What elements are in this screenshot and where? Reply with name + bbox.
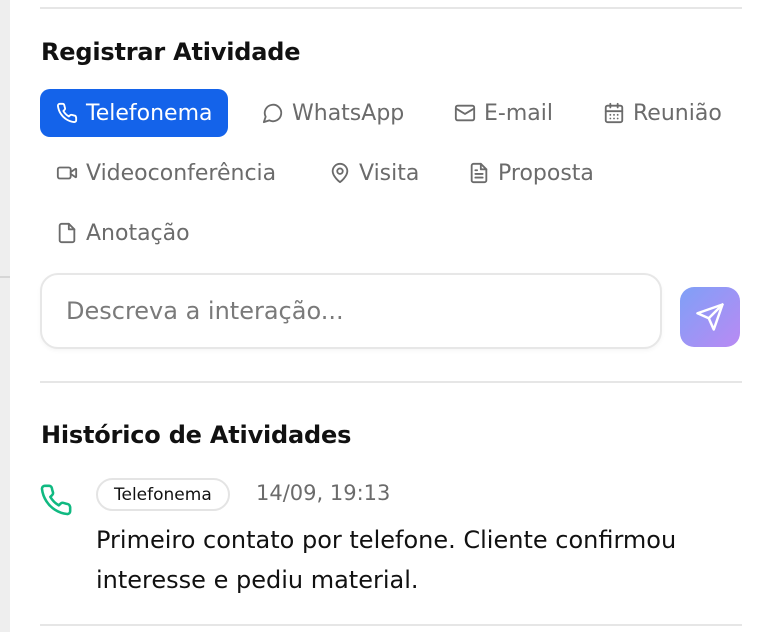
panel-edge-divider (0, 276, 10, 278)
document-icon (470, 162, 488, 184)
activity-type-whatsapp[interactable]: WhatsApp (246, 89, 420, 137)
activity-type-anotacao[interactable]: Anotação (40, 209, 206, 257)
activity-type-label: Proposta (498, 160, 594, 186)
section-divider (40, 381, 742, 383)
activity-type-label: Visita (359, 160, 420, 186)
activity-description: Primeiro contato por telefone. Cliente c… (96, 526, 677, 594)
activity-type-badge: Telefonema (96, 478, 230, 511)
activity-type-telefonema[interactable]: Telefonema (40, 89, 229, 137)
video-camera-icon (56, 166, 78, 180)
activity-type-label: E-mail (484, 100, 553, 126)
activity-type-label: Anotação (86, 220, 190, 246)
activity-timestamp: 14/09, 19:13 (256, 481, 391, 505)
activity-type-label: Telefonema (86, 100, 213, 126)
mail-icon (454, 104, 476, 122)
chat-bubble-icon (262, 103, 283, 124)
note-icon (58, 222, 76, 244)
map-pin-icon (331, 162, 349, 184)
activity-type-visita[interactable]: Visita (313, 149, 435, 197)
top-divider (40, 7, 742, 9)
activity-type-reuniao[interactable]: Reunião (587, 89, 738, 137)
calendar-icon (604, 102, 624, 124)
interaction-description-input[interactable] (42, 275, 660, 347)
activity-type-videoconferencia[interactable]: Videoconferência (40, 149, 292, 197)
activity-type-label: WhatsApp (292, 100, 405, 126)
send-icon (696, 303, 724, 331)
phone-icon (57, 102, 78, 123)
activity-type-label: Videoconferência (86, 160, 277, 186)
phone-icon (40, 484, 72, 516)
activity-type-label: Reunião (633, 100, 722, 126)
bottom-divider (40, 624, 742, 626)
interaction-input-container (40, 273, 662, 349)
history-title: Histórico de Atividades (41, 421, 352, 449)
register-activity-title: Registrar Atividade (41, 38, 301, 66)
send-button[interactable] (680, 287, 740, 347)
activity-type-email[interactable]: E-mail (438, 89, 569, 137)
activity-type-proposta[interactable]: Proposta (452, 149, 610, 197)
background-panel-edge (0, 0, 10, 632)
